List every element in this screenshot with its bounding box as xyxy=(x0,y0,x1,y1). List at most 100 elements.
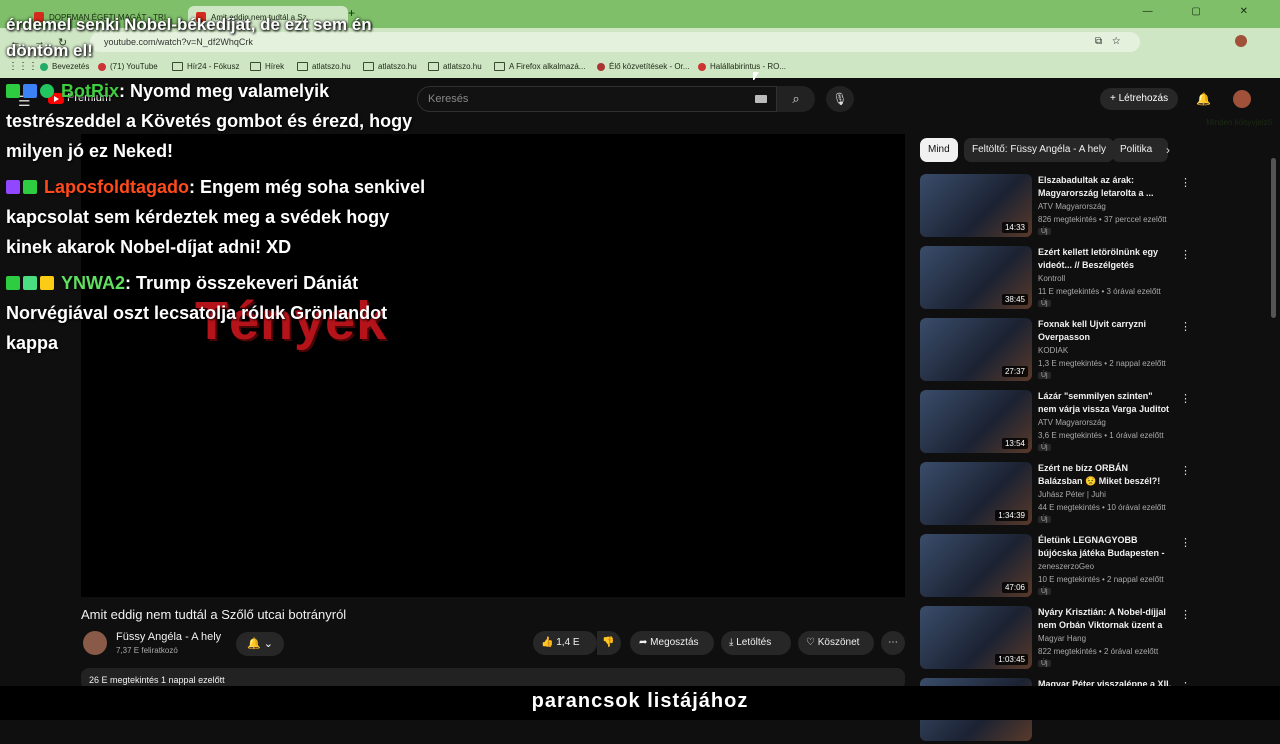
thumbs-up-icon: 👍 xyxy=(541,637,554,648)
channel-avatar[interactable] xyxy=(83,631,107,655)
more-options-icon[interactable]: ⋮ xyxy=(1180,248,1191,261)
create-button[interactable]: + Létrehozás xyxy=(1100,88,1179,110)
video-duration: 14:33 xyxy=(1001,222,1028,233)
share-icon: ➦ xyxy=(639,637,648,648)
video-thumbnail[interactable]: 27:37 xyxy=(920,318,1032,381)
video-thumbnail[interactable]: 47:06 xyxy=(920,534,1032,597)
chip-uploader[interactable]: Feltöltő: Füssy Angéla - A hely xyxy=(964,138,1114,162)
bookmark-item[interactable]: atlatszo.hu xyxy=(428,62,482,71)
channel-name[interactable]: Füssy Angéla - A hely xyxy=(116,631,221,643)
recommendation-channel[interactable]: ATV Magyarország xyxy=(1038,418,1106,427)
more-options-icon[interactable]: ⋮ xyxy=(1180,176,1191,189)
download-button[interactable]: ⤓ Letöltés xyxy=(721,631,791,655)
twitch-icon xyxy=(6,180,20,194)
recommendation-item[interactable]: 38:45 Ezért kellett letörölnünk egy videó… xyxy=(920,246,1270,312)
voice-search-button[interactable]: 🎙 xyxy=(826,86,854,112)
new-badge: Új xyxy=(1038,516,1051,523)
video-duration: 1:34:39 xyxy=(995,510,1028,521)
bookmark-item[interactable]: Halállabirintus - RO... xyxy=(698,62,786,71)
keyboard-icon[interactable] xyxy=(755,95,767,103)
chip-politics[interactable]: Politika xyxy=(1112,138,1168,162)
badge-icon xyxy=(6,276,20,290)
chat-message: YNWA2: Trump összekeveri Dániát Norvégiá… xyxy=(6,268,436,358)
subscription-bell-button[interactable]: 🔔 ⌄ xyxy=(236,632,284,656)
all-bookmarks-link[interactable]: Minden könyvjelző xyxy=(1206,118,1272,127)
more-options-icon[interactable]: ⋮ xyxy=(1180,392,1191,405)
search-button[interactable]: ⌕ xyxy=(777,86,815,112)
video-thumbnail[interactable]: 13:54 xyxy=(920,390,1032,453)
recommendation-item[interactable]: 1:03:45 Nyáry Krisztián: A Nobel-díjjal n… xyxy=(920,606,1270,672)
search-input[interactable]: Keresés xyxy=(417,86,777,112)
like-button[interactable]: 👍 1,4 E xyxy=(533,631,597,655)
chat-username: BotRix xyxy=(61,81,119,101)
video-duration: 1:03:45 xyxy=(995,654,1028,665)
bookmark-item[interactable]: A Firefox alkalmazá... xyxy=(494,62,585,71)
search-icon: ⌕ xyxy=(792,91,800,106)
recommendation-meta: 44 E megtekintés • 10 órával ezelőtt xyxy=(1038,503,1166,512)
verified-icon xyxy=(40,84,54,98)
video-duration: 47:06 xyxy=(1001,582,1028,593)
recommendation-title[interactable]: Elszabadultak az árak: Magyarország leta… xyxy=(1038,174,1172,200)
recommendation-meta: 11 E megtekintés • 3 órával ezelőtt xyxy=(1038,287,1161,296)
bookmark-item[interactable]: Élő közvetítések - Or... xyxy=(597,62,689,71)
more-options-icon[interactable]: ⋮ xyxy=(1180,536,1191,549)
video-duration: 27:37 xyxy=(1001,366,1028,377)
new-badge: Új xyxy=(1038,372,1051,379)
account-avatar[interactable] xyxy=(1233,90,1251,108)
recommendation-title[interactable]: Ezért ne bízz ORBÁN Balázsban 😟 Miket be… xyxy=(1038,462,1172,488)
recommendation-item[interactable]: 14:33 Elszabadultak az árak: Magyarország… xyxy=(920,174,1270,240)
chat-message: BotRix: Nyomd meg valamelyik testrészedd… xyxy=(6,76,436,166)
recommendation-channel[interactable]: Kontroll xyxy=(1038,274,1065,283)
chevron-right-icon[interactable]: › xyxy=(1166,143,1170,157)
recommendation-item[interactable]: 13:54 Lázár "semmilyen szinten" nem várja… xyxy=(920,390,1270,456)
scrollbar-thumb[interactable] xyxy=(1271,158,1276,318)
video-thumbnail[interactable]: 14:33 xyxy=(920,174,1032,237)
bottom-caption: parancsok listájához xyxy=(0,686,1280,720)
more-options-icon[interactable]: ⋮ xyxy=(1180,464,1191,477)
dislike-button[interactable]: 👎 xyxy=(597,631,621,655)
video-thumbnail[interactable]: 1:34:39 xyxy=(920,462,1032,525)
recommendation-meta: 826 megtekintés • 37 perccel ezelőtt xyxy=(1038,215,1167,224)
more-options-icon[interactable]: ⋮ xyxy=(1180,608,1191,621)
chevron-down-icon: ⌄ xyxy=(263,638,273,650)
browser-profile-avatar[interactable] xyxy=(1235,35,1247,47)
recommendation-item[interactable]: 47:06 Életünk LEGNAGYOBB bújócska játéka … xyxy=(920,534,1270,600)
recommendation-meta: 3,6 E megtekintés • 1 órával ezelőtt xyxy=(1038,431,1164,440)
thanks-button[interactable]: ♡ Köszönet xyxy=(798,631,874,655)
subscriber-count: 7,37 E feliratkozó xyxy=(116,646,178,655)
badge-icon xyxy=(6,84,20,98)
recommendation-title[interactable]: Életünk LEGNAGYOBB bújócska játéka Budap… xyxy=(1038,534,1172,560)
video-thumbnail[interactable]: 1:03:45 xyxy=(920,606,1032,669)
window-controls[interactable]: — ▢ ✕ xyxy=(1143,6,1266,17)
new-badge: Új xyxy=(1038,444,1051,451)
recommendation-item[interactable]: 1:34:39 Ezért ne bízz ORBÁN Balázsban 😟 M… xyxy=(920,462,1270,528)
new-badge: Új xyxy=(1038,300,1051,307)
chat-username: YNWA2 xyxy=(61,273,126,293)
recommendation-title[interactable]: Ezért kellett letörölnünk egy videót... … xyxy=(1038,246,1172,272)
video-duration: 38:45 xyxy=(1001,294,1028,305)
chat-username: Laposfoldtagado xyxy=(44,177,189,197)
recommendation-title[interactable]: Lázár "semmilyen szinten" nem várja viss… xyxy=(1038,390,1172,416)
new-badge: Új xyxy=(1038,660,1051,667)
recommendation-channel[interactable]: KODIAK xyxy=(1038,346,1068,355)
recommendation-item[interactable]: 27:37 Foxnak kell Ujvit carryzni Overpass… xyxy=(920,318,1270,384)
bookmark-star-icon[interactable]: ⧉☆ xyxy=(1095,36,1130,47)
chip-all[interactable]: Mind xyxy=(920,138,958,162)
recommendation-title[interactable]: Foxnak kell Ujvit carryzni Overpasson xyxy=(1038,318,1172,344)
microphone-icon: 🎙 xyxy=(832,92,848,106)
more-options-icon[interactable]: ⋮ xyxy=(1180,320,1191,333)
video-thumbnail[interactable]: 38:45 xyxy=(920,246,1032,309)
notifications-bell-icon[interactable]: 🔔 xyxy=(1196,92,1211,106)
new-badge: Új xyxy=(1038,228,1051,235)
badge-icon xyxy=(23,84,37,98)
download-icon: ⤓ xyxy=(729,637,734,648)
recommendation-channel[interactable]: zeneszerzoGeo xyxy=(1038,562,1094,571)
recommendation-title[interactable]: Nyáry Krisztián: A Nobel-díjjal nem Orbá… xyxy=(1038,606,1172,632)
recommendation-channel[interactable]: Magyar Hang xyxy=(1038,634,1086,643)
share-button[interactable]: ➦ Megosztás xyxy=(630,631,714,655)
recommendation-channel[interactable]: Juhász Péter | Juhi xyxy=(1038,490,1106,499)
recommendation-meta: 10 E megtekintés • 2 nappal ezelőtt xyxy=(1038,575,1164,584)
more-actions-button[interactable]: ⋯ xyxy=(881,631,905,655)
video-title: Amit eddig nem tudtál a Szőlő utcai botr… xyxy=(81,607,347,622)
recommendation-channel[interactable]: ATV Magyarország xyxy=(1038,202,1106,211)
